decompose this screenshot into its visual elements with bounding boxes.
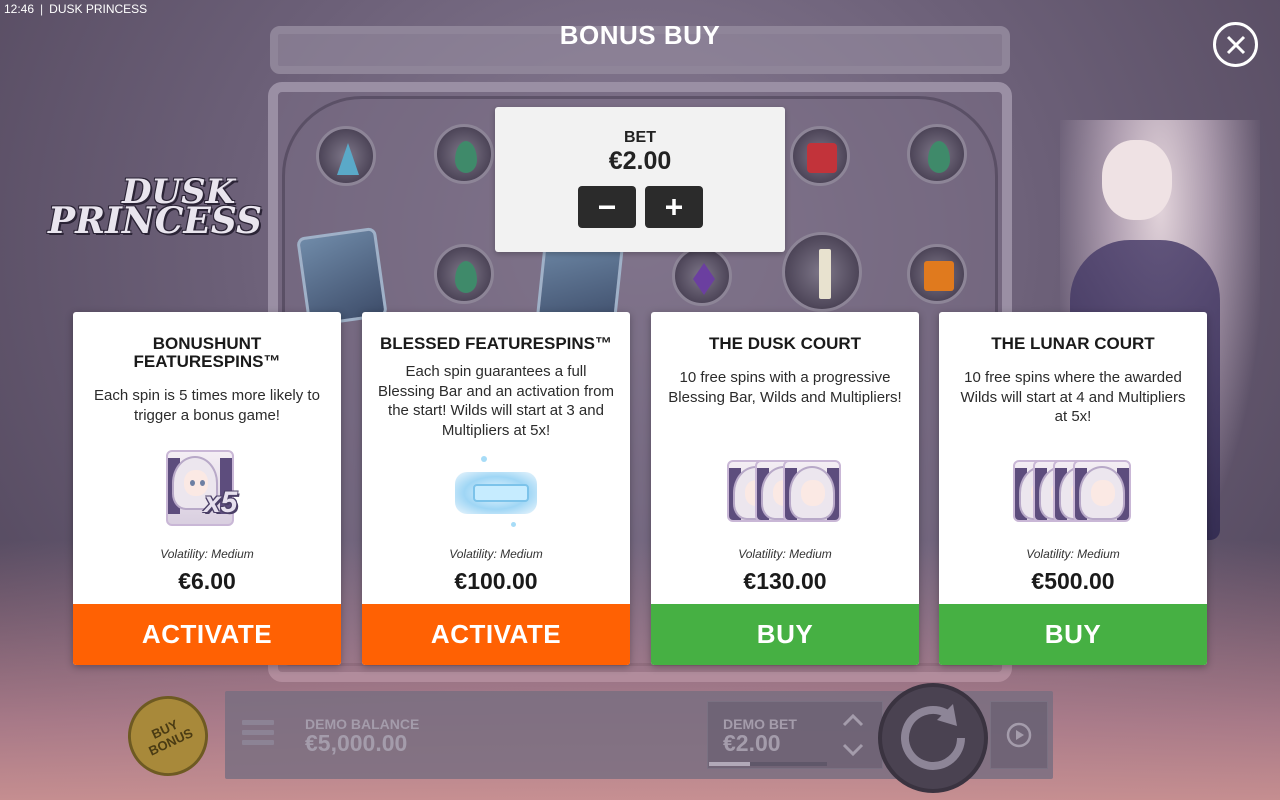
reel-symbol-green-gem bbox=[434, 124, 494, 184]
demo-bet-value: €2.00 bbox=[723, 730, 781, 756]
reel-symbol-orange-gem bbox=[907, 244, 967, 304]
bet-level-bar bbox=[709, 762, 827, 766]
card-art-blessing-bar-icon bbox=[451, 452, 541, 532]
bonus-card-bonushunt: BONUSHUNT FEATURESPINS™ Each spin is 5 t… bbox=[73, 312, 341, 665]
spin-arrow-icon bbox=[901, 704, 965, 770]
bet-label: BET bbox=[624, 129, 656, 146]
plus-icon bbox=[665, 199, 682, 215]
reel-symbol-candle bbox=[782, 232, 862, 312]
demo-balance-value: €5,000.00 bbox=[305, 730, 408, 756]
card-description: 10 free spins with a progressive Blessin… bbox=[668, 369, 902, 406]
buy-button[interactable]: BUY bbox=[651, 604, 919, 665]
logo-line-2: PRINCESS bbox=[48, 200, 263, 242]
chevron-up-icon[interactable] bbox=[841, 713, 865, 727]
reel-symbol-blue-gem bbox=[316, 126, 376, 186]
close-icon bbox=[1226, 35, 1245, 54]
buy-button[interactable]: BUY bbox=[939, 604, 1207, 665]
bet-value: €2.00 bbox=[608, 147, 672, 175]
card-price: €100.00 bbox=[454, 568, 538, 594]
autoplay-button[interactable] bbox=[990, 701, 1048, 769]
card-title: BLESSED FEATURESPINS™ bbox=[379, 334, 613, 353]
card-volatility: Volatility: Medium bbox=[1026, 547, 1120, 561]
autoplay-icon bbox=[1006, 722, 1032, 748]
activate-button[interactable]: ACTIVATE bbox=[362, 604, 630, 665]
game-logo: DUSK PRINCESS bbox=[30, 150, 262, 260]
card-volatility: Volatility: Medium bbox=[449, 547, 543, 561]
card-price: €500.00 bbox=[1031, 568, 1115, 594]
activate-button[interactable]: ACTIVATE bbox=[73, 604, 341, 665]
status-time: 12:46 bbox=[4, 2, 35, 16]
status-game-name: DUSK PRINCESS bbox=[49, 2, 148, 16]
minus-icon bbox=[598, 205, 615, 209]
card-description: 10 free spins where the awarded Wilds wi… bbox=[960, 369, 1186, 425]
bet-level-fill bbox=[709, 762, 751, 766]
card-art-four-princesses bbox=[1013, 458, 1133, 522]
reel-symbol-red-gem bbox=[790, 126, 850, 186]
bonus-card-blessed: BLESSED FEATURESPINS™ Each spin guarante… bbox=[362, 312, 630, 665]
card-volatility: Volatility: Medium bbox=[738, 547, 832, 561]
bonus-buy-title: BONUS BUY bbox=[559, 20, 721, 50]
chevron-down-icon[interactable] bbox=[841, 743, 865, 757]
card-art-three-princesses bbox=[725, 458, 845, 522]
bet-decrease-button[interactable] bbox=[577, 186, 636, 228]
reel-symbol-green-gem bbox=[434, 244, 494, 304]
card-description: Each spin guarantees a full Blessing Bar… bbox=[378, 363, 614, 439]
close-button[interactable] bbox=[1213, 22, 1258, 67]
status-bar: 12:46 | DUSK PRINCESS bbox=[4, 2, 147, 16]
spin-button[interactable] bbox=[878, 683, 988, 793]
status-separator: | bbox=[40, 2, 44, 16]
x5-label: x5 bbox=[204, 486, 238, 519]
card-art-princess-x5: x5 bbox=[162, 448, 252, 530]
bet-increase-button[interactable] bbox=[644, 186, 703, 228]
reel-symbol-green-gem bbox=[907, 124, 967, 184]
card-price: €130.00 bbox=[743, 568, 827, 594]
bet-panel: BET €2.00 bbox=[495, 107, 785, 252]
card-title: THE DUSK COURT bbox=[708, 334, 862, 353]
bonus-card-dusk-court: THE DUSK COURT 10 free spins with a prog… bbox=[651, 312, 919, 665]
card-volatility: Volatility: Medium bbox=[160, 547, 254, 561]
card-title: BONUSHUNT FEATURESPINS™ bbox=[133, 334, 281, 371]
reel-symbol-purple-gem bbox=[672, 246, 732, 306]
card-description: Each spin is 5 times more likely to trig… bbox=[94, 387, 320, 424]
bonus-card-lunar-court: THE LUNAR COURT 10 free spins where the … bbox=[939, 312, 1207, 665]
card-price: €6.00 bbox=[178, 568, 236, 594]
card-title: THE LUNAR COURT bbox=[991, 334, 1155, 353]
hamburger-menu-icon[interactable] bbox=[242, 720, 274, 750]
